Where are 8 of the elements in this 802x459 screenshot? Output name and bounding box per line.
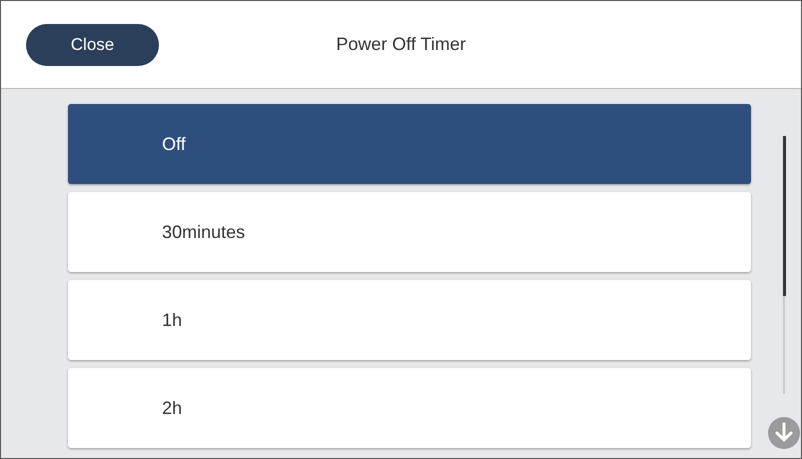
screen-title: Power Off Timer	[336, 34, 466, 55]
close-button[interactable]: Close	[26, 24, 159, 66]
option-item[interactable]: 30minutes	[68, 192, 751, 272]
scroll-down-icon[interactable]	[767, 416, 801, 450]
option-item[interactable]: 2h	[68, 368, 751, 448]
option-item[interactable]: Off	[68, 104, 751, 184]
scrollbar-thumb[interactable]	[783, 136, 786, 296]
option-item[interactable]: 1h	[68, 280, 751, 360]
